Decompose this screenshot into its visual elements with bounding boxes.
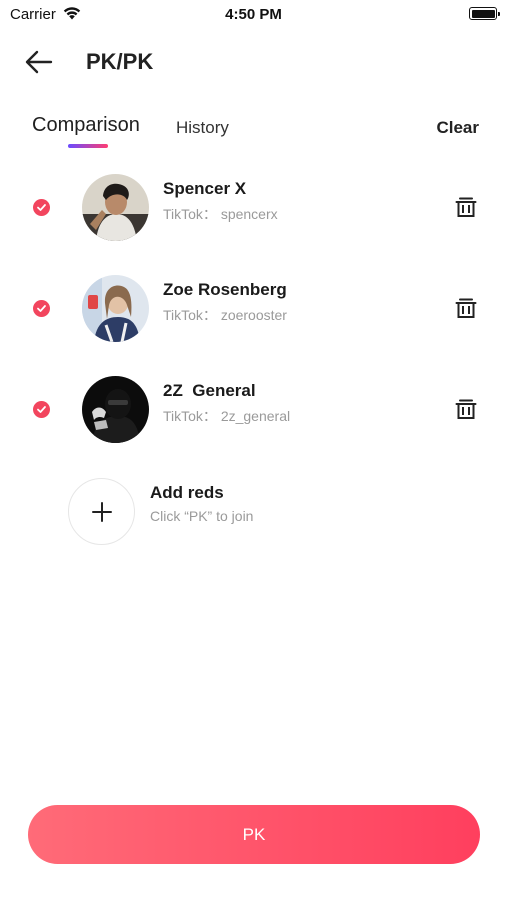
user-name: Zoe Rosenberg — [163, 280, 287, 299]
list-item: Spencer X TikTok： spencerx — [0, 174, 507, 244]
add-button[interactable] — [68, 478, 135, 545]
tab-history[interactable]: History — [176, 118, 229, 138]
tab-comparison[interactable]: Comparison — [32, 114, 140, 137]
back-arrow-icon[interactable] — [24, 48, 54, 76]
nav-bar: PK/PK — [0, 40, 507, 84]
list-item: 2Z General TikTok： 2z_general — [0, 376, 507, 446]
checkbox-checked-icon[interactable] — [33, 199, 50, 216]
checkbox-checked-icon[interactable] — [33, 401, 50, 418]
avatar — [82, 174, 149, 241]
user-handle: TikTok： spencerx — [163, 206, 278, 222]
user-handle: TikTok： 2z_general — [163, 408, 291, 424]
trash-icon[interactable] — [455, 297, 477, 319]
user-handle: TikTok： zoerooster — [163, 307, 287, 323]
trash-icon[interactable] — [455, 196, 477, 218]
checkbox-checked-icon[interactable] — [33, 300, 50, 317]
status-bar: Carrier 4:50 PM — [0, 0, 507, 30]
tab-active-indicator — [68, 144, 108, 148]
plus-icon — [92, 502, 112, 522]
page-title: PK/PK — [86, 49, 154, 74]
user-name: Spencer X — [163, 179, 247, 198]
pk-button-label: PK — [242, 824, 266, 844]
list-item: Zoe Rosenberg TikTok： zoerooster — [0, 275, 507, 345]
trash-icon[interactable] — [455, 398, 477, 420]
avatar — [82, 376, 149, 443]
clock: 4:50 PM — [225, 6, 282, 23]
user-name: 2Z General — [163, 381, 256, 400]
pk-button[interactable]: PK — [28, 805, 480, 864]
add-title: Add reds — [150, 483, 224, 502]
clear-button[interactable]: Clear — [436, 118, 479, 138]
tab-bar: Comparison History Clear — [0, 110, 507, 154]
avatar — [82, 275, 149, 342]
battery-icon — [469, 7, 500, 20]
add-reds-row: Add reds Click “PK” to join — [0, 478, 507, 548]
add-subtitle: Click “PK” to join — [150, 508, 254, 524]
